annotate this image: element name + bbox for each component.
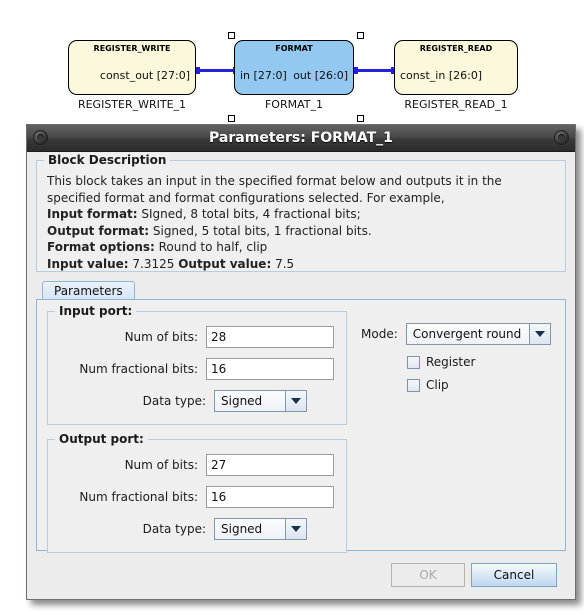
input-num-frac-bits-row: Num fractional bits: (60, 358, 334, 380)
register-checkbox-label: Register (426, 355, 476, 369)
desc-line-2: specified format and format configuratio… (47, 190, 445, 205)
clip-checkbox[interactable] (407, 378, 420, 392)
tab-area: Parameters Input port: Num of bits: 28 N… (36, 281, 566, 553)
block-instance-label-register-write: REGISTER_WRITE_1 (77, 98, 187, 111)
input-num-bits-row: Num of bits: (60, 326, 334, 348)
output-num-frac-bits-field[interactable] (206, 486, 334, 508)
mode-label: Mode: (361, 327, 398, 341)
desc-input-format-line: Input format: SIgned, 8 total bits, 4 fr… (47, 206, 555, 223)
tab-strip: Parameters (36, 281, 566, 301)
selection-handle-top-left[interactable] (228, 32, 235, 39)
tab-parameters[interactable]: Parameters (42, 281, 135, 301)
output-num-bits-row: Num of bits: (60, 454, 334, 476)
chevron-down-icon[interactable] (285, 391, 306, 411)
mode-select[interactable]: Convergent round (405, 323, 551, 345)
block-description-group: Block Description This block takes an in… (36, 153, 566, 272)
wire-write-to-format (196, 69, 238, 72)
block-port-output: const_out [27:0] (99, 69, 190, 82)
input-port-legend: Input port: (55, 304, 137, 318)
dialog-title: Parameters: FORMAT_1 (209, 130, 393, 146)
parameters-dialog: Parameters: FORMAT_1 Block Description T… (26, 124, 576, 600)
dialog-body: Block Description This block takes an in… (27, 152, 575, 553)
clip-checkbox-label: Clip (426, 378, 449, 392)
block-port-input: const_in [26:0] (400, 69, 483, 82)
output-data-type-value: Signed (221, 522, 263, 536)
output-port-legend: Output port: (55, 432, 148, 446)
dialog-footer: OK Cancel (27, 551, 575, 599)
block-title: REGISTER_READ (419, 44, 493, 53)
clip-checkbox-row[interactable]: Clip (407, 378, 555, 392)
input-num-frac-bits-field[interactable] (206, 358, 334, 380)
register-checkbox[interactable] (407, 355, 420, 369)
desc-values-line: Input value: 7.3125 Output value: 7.5 (47, 256, 555, 273)
block-description-text: This block takes an input in the specifi… (47, 173, 555, 272)
ports-column: Input port: Num of bits: Num fractional … (47, 304, 347, 553)
dialog-titlebar[interactable]: Parameters: FORMAT_1 (27, 125, 575, 152)
desc-output-value-value: 7.5 (271, 256, 295, 271)
input-data-type-value: Signed (221, 394, 263, 408)
cancel-button[interactable]: Cancel (471, 563, 557, 587)
input-num-bits-label: Num of bits: (124, 330, 198, 344)
register-checkbox-row[interactable]: Register (407, 355, 555, 369)
desc-input-format-value: SIgned, 8 total bits, 4 fractional bits; (137, 207, 361, 221)
desc-output-format-value: Signed, 5 total bits, 1 fractional bits. (149, 223, 372, 238)
block-register-write[interactable]: REGISTER_WRITE const_out [27:0] (68, 40, 196, 95)
block-port-output: out [26:0] (293, 69, 348, 82)
block-instance-label-register-read: REGISTER_READ_1 (404, 98, 508, 111)
mode-value: Convergent round (412, 327, 522, 341)
block-description-legend: Block Description (44, 153, 171, 167)
block-format[interactable]: FORMAT in [27:0] out [26:0] (234, 40, 354, 95)
titlebar-right-knob-icon[interactable] (554, 130, 569, 145)
block-diagram-canvas[interactable]: REGISTER_WRITE const_out [27:0] REGISTER… (0, 0, 584, 130)
output-port-group: Output port: Num of bits: Num fractional… (47, 432, 347, 553)
block-instance-label-format: FORMAT_1 (264, 98, 323, 111)
titlebar-left-knob-icon[interactable] (33, 130, 48, 145)
block-title: REGISTER_WRITE (93, 44, 171, 53)
desc-input-value-label: Input value: (47, 256, 129, 271)
block-port-input: in [27:0] (240, 69, 287, 82)
input-data-type-row: Data type: Signed (60, 390, 334, 412)
output-num-bits-field[interactable] (206, 454, 334, 476)
desc-format-options-line: Format options: Round to half, clip (47, 239, 555, 256)
desc-output-format-line: Output format: Signed, 5 total bits, 1 f… (47, 223, 555, 240)
output-num-frac-bits-label: Num fractional bits: (79, 490, 198, 504)
options-column: Mode: Convergent round Register Clip (361, 311, 555, 553)
chevron-down-icon[interactable] (285, 519, 306, 539)
output-num-frac-bits-row: Num fractional bits: (60, 486, 334, 508)
tab-panel-parameters: Input port: Num of bits: Num fractional … (36, 299, 566, 553)
output-data-type-row: Data type: Signed (60, 518, 334, 540)
block-title: FORMAT (275, 44, 313, 53)
desc-format-options-value: Round to half, clip (154, 240, 268, 254)
output-data-type-label: Data type: (142, 522, 206, 536)
chevron-down-icon[interactable] (528, 324, 550, 344)
input-port-group: Input port: Num of bits: Num fractional … (47, 304, 347, 425)
selection-handle-bottom-right[interactable] (357, 115, 364, 122)
output-data-type-select[interactable]: Signed (214, 518, 307, 540)
desc-output-format-label: Output format: (47, 223, 150, 238)
desc-format-options-label: Format options: (47, 240, 155, 254)
input-num-bits-field[interactable] (206, 326, 334, 348)
input-data-type-label: Data type: (142, 394, 206, 408)
block-register-read[interactable]: REGISTER_READ const_in [26:0] (394, 40, 518, 95)
mode-row: Mode: Convergent round (361, 323, 555, 345)
input-data-type-select[interactable]: Signed (214, 390, 307, 412)
desc-input-value-value: 7.3125 (128, 256, 179, 271)
output-num-bits-label: Num of bits: (124, 458, 198, 472)
desc-output-value-label: Output value: (178, 256, 272, 271)
ok-button[interactable]: OK (391, 563, 465, 587)
selection-handle-bottom-left[interactable] (228, 115, 235, 122)
selection-handle-top-right[interactable] (357, 32, 364, 39)
wire-format-to-read (354, 69, 396, 72)
desc-line-1: This block takes an input in the specifi… (47, 174, 502, 188)
input-num-frac-bits-label: Num fractional bits: (79, 362, 198, 376)
desc-input-format-label: Input format: (47, 207, 138, 221)
